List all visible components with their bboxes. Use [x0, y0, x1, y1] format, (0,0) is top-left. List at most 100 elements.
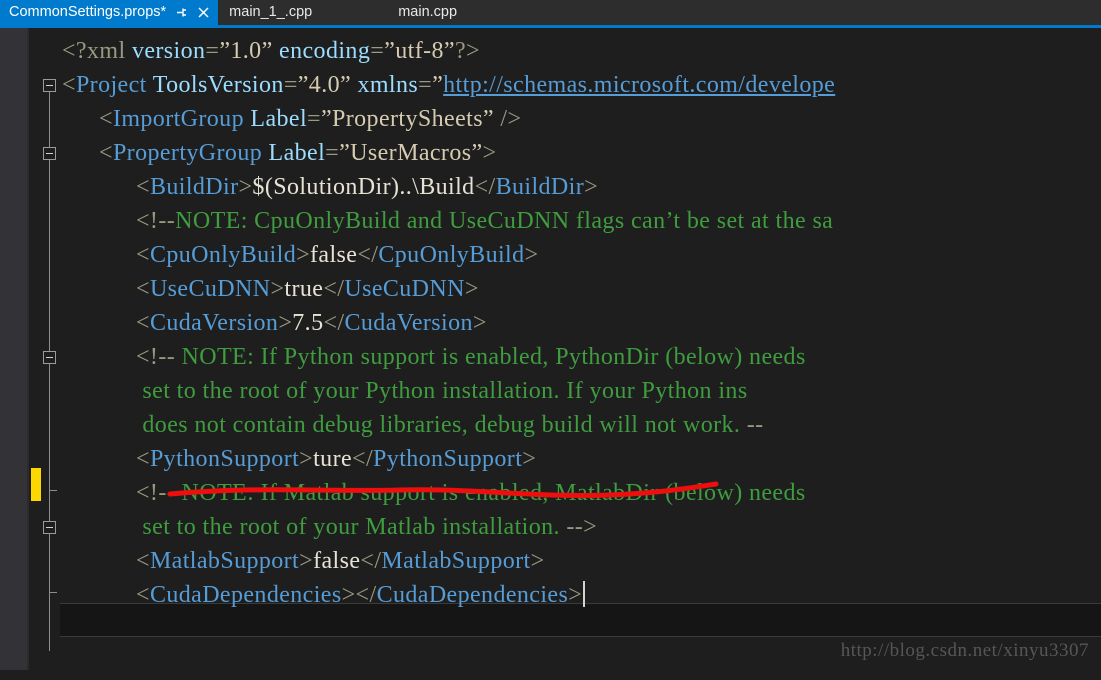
code-token-punct: < — [136, 582, 150, 608]
code-token-punct: > — [299, 548, 314, 574]
code-line-13[interactable]: <PythonSupport>ture</PythonSupport> — [136, 442, 536, 476]
code-token-tag: MatlabSupport — [381, 548, 531, 574]
code-token-tag: CpuOnlyBuild — [149, 242, 297, 268]
code-line-11[interactable]: set to the root of your Python installat… — [136, 374, 748, 408]
code-token-punct: < — [136, 548, 150, 574]
pin-icon[interactable] — [175, 6, 188, 19]
code-token-punct: > — [238, 174, 253, 200]
code-line-4[interactable]: <PropertyGroup Label=”UserMacros”> — [99, 136, 496, 170]
code-token-punct: > — [584, 174, 599, 200]
code-token-attr: Label — [268, 140, 326, 166]
code-token-comment: set to the root of your Matlab installat… — [136, 514, 567, 540]
code-token-punct: > — [524, 242, 539, 268]
code-token-punct: < — [136, 446, 150, 472]
code-token-tag: Project — [75, 72, 147, 98]
text-caret — [583, 581, 586, 607]
code-line-16[interactable]: <MatlabSupport>false</MatlabSupport> — [136, 544, 545, 578]
code-line-5[interactable]: <BuildDir>$(SolutionDir)..\Build</BuildD… — [136, 170, 598, 204]
code-token-val: $(SolutionDir)..\Build — [252, 174, 475, 200]
code-token-tag: CpuOnlyBuild — [378, 242, 525, 268]
tab-label: CommonSettings.props* — [9, 4, 167, 20]
code-token-punct: > — [278, 310, 293, 336]
code-token-punct: --> — [566, 514, 598, 540]
code-line-12[interactable]: does not contain debug libraries, debug … — [136, 408, 764, 442]
code-line-1[interactable]: <?xml version=”1.0” encoding=”utf-8”?> — [62, 34, 480, 68]
code-token-comment: does not contain debug libraries, debug … — [136, 412, 747, 438]
code-token-punct: < — [136, 174, 150, 200]
code-token-attr: Label — [250, 106, 308, 132]
code-token-punct: <!-- — [136, 208, 176, 234]
code-token-punct: < — [136, 310, 150, 336]
code-line-2[interactable]: <Project ToolsVersion=”4.0” xmlns=”http:… — [62, 68, 835, 102]
tab-main-cpp[interactable]: main.cpp — [398, 0, 1101, 25]
code-token-punct: </ — [360, 548, 382, 574]
code-token-punct: > — [270, 276, 285, 302]
code-line-6[interactable]: <!--NOTE: CpuOnlyBuild and UseCuDNN flag… — [136, 204, 833, 238]
code-line-14[interactable]: <!-- NOTE: If Matlab support is enabled,… — [136, 476, 806, 510]
code-token-str: ”PropertySheets” — [320, 106, 494, 132]
watermark-url: http://blog.csdn.net/xinyu3307 — [840, 640, 1089, 661]
code-token-punct: </ — [474, 174, 496, 200]
code-token-punct: < — [136, 242, 150, 268]
code-token-val: 7.5 — [292, 310, 324, 336]
tab-label: main.cpp — [398, 4, 458, 20]
code-token-punct: = — [283, 72, 298, 98]
code-line-10[interactable]: <!-- NOTE: If Python support is enabled,… — [136, 340, 806, 374]
code-token-str: ”utf-8” — [384, 38, 455, 64]
code-token-str: ”1.0” — [219, 38, 273, 64]
code-token-tag: MatlabSupport — [149, 548, 300, 574]
code-token-tag: UseCuDNN — [344, 276, 465, 302]
tab-commonsettings-props[interactable]: CommonSettings.props* — [0, 0, 219, 25]
code-token-punct: > — [299, 446, 314, 472]
code-token-punct: < — [62, 72, 76, 98]
code-token-str: ” — [432, 72, 444, 98]
code-token-punct: > — [568, 582, 583, 608]
code-token-attr: version — [131, 38, 206, 64]
code-token-punct: < — [99, 140, 113, 166]
code-line-7[interactable]: <CpuOnlyBuild>false</CpuOnlyBuild> — [136, 238, 538, 272]
code-token-punct: < — [136, 276, 150, 302]
code-token-val: false — [310, 242, 358, 268]
code-token-punct: = — [370, 38, 385, 64]
code-token-tag: BuildDir — [495, 174, 585, 200]
code-token-punct: <!-- — [136, 480, 176, 506]
code-token-punct: </ — [323, 276, 345, 302]
code-token-val: false — [313, 548, 361, 574]
close-icon[interactable] — [197, 6, 210, 19]
code-editor-surface[interactable]: <?xml version=”1.0” encoding=”utf-8”?> <P… — [0, 28, 1101, 680]
code-token-punct: <!-- — [136, 344, 176, 370]
code-token-str: ”4.0” — [297, 72, 352, 98]
visual-studio-editor-window: CommonSettings.props* main_1_.cpp main.c… — [0, 0, 1101, 680]
code-token-tag: UseCuDNN — [149, 276, 271, 302]
code-line-17[interactable]: <CudaDependencies></CudaDependencies> — [136, 578, 586, 612]
code-line-8[interactable]: <UseCuDNN>true</UseCuDNN> — [136, 272, 479, 306]
code-token-punct: = — [325, 140, 340, 166]
tab-actions — [175, 6, 210, 19]
code-line-3[interactable]: <ImportGroup Label=”PropertySheets” /> — [99, 102, 521, 136]
code-token-tag: CudaDependencies — [376, 582, 569, 608]
code-line-9[interactable]: <CudaVersion>7.5</CudaVersion> — [136, 306, 487, 340]
code-token-comment: NOTE: If Matlab support is enabled, Matl… — [175, 480, 806, 506]
code-token-punct: = — [418, 72, 433, 98]
code-token-punct: > — [482, 140, 497, 166]
code-token-comment: NOTE: If Python support is enabled, Pyth… — [175, 344, 806, 370]
tab-bar-accent-underline — [0, 25, 1101, 28]
code-token-tag: PythonSupport — [149, 446, 300, 472]
code-token-punct: </ — [355, 582, 377, 608]
code-token-tag: ImportGroup — [112, 106, 244, 132]
code-token-tag: CudaDependencies — [149, 582, 342, 608]
code-token-punct: <?xml — [62, 38, 132, 64]
horizontal-scrollbar[interactable] — [0, 670, 1101, 680]
code-line-15[interactable]: set to the root of your Matlab installat… — [136, 510, 597, 544]
code-token-punct: </ — [357, 242, 379, 268]
code-token-tag: CudaVersion — [344, 310, 473, 336]
editor-tab-bar: CommonSettings.props* main_1_.cpp main.c… — [0, 0, 1101, 25]
code-token-punct: > — [464, 276, 479, 302]
tab-main-1-cpp[interactable]: main_1_.cpp — [218, 0, 399, 25]
code-token-tag: BuildDir — [149, 174, 239, 200]
code-token-attr: xmlns — [357, 72, 419, 98]
code-token-punct: -- — [746, 412, 764, 438]
code-text-layer[interactable]: <?xml version=”1.0” encoding=”utf-8”?> <P… — [0, 28, 1101, 680]
code-token-tag: PythonSupport — [373, 446, 523, 472]
code-token-val: ture — [313, 446, 353, 472]
